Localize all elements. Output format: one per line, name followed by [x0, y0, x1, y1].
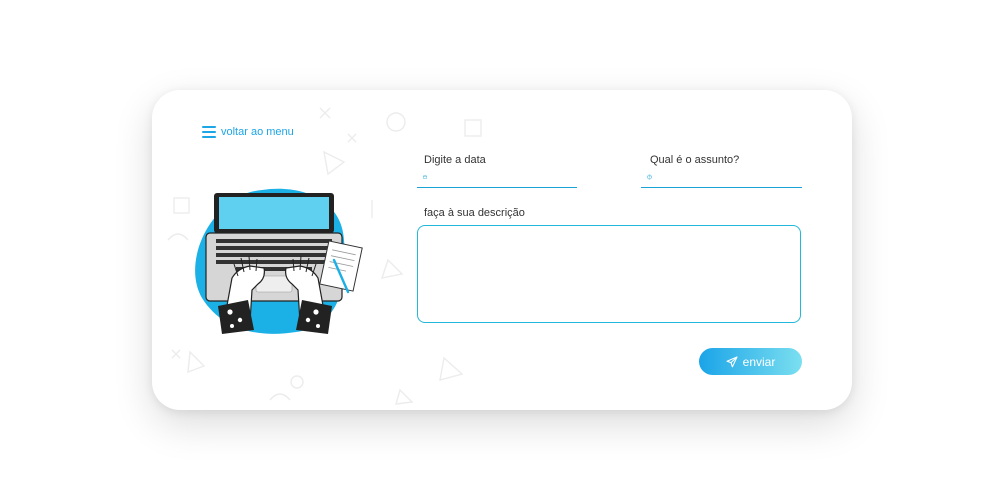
help-circle-icon [647, 174, 652, 180]
back-to-menu-link[interactable]: voltar ao menu [202, 126, 294, 138]
description-field[interactable] [417, 225, 801, 323]
hamburger-menu-icon [202, 126, 216, 138]
subject-input[interactable] [656, 170, 802, 184]
date-field[interactable] [417, 167, 577, 188]
form-card: voltar ao menu Digite a data Qual é o as… [152, 90, 852, 410]
back-to-menu-label: voltar ao menu [221, 126, 294, 138]
subject-field-label: Qual é o assunto? [650, 154, 740, 166]
date-field-label: Digite a data [424, 154, 486, 166]
laptop-typing-illustration [195, 188, 363, 334]
date-input[interactable] [431, 170, 577, 184]
submit-button-label: enviar [742, 354, 776, 369]
description-textarea[interactable] [418, 226, 800, 322]
submit-button[interactable]: enviar [699, 348, 802, 375]
subject-field[interactable] [641, 167, 802, 188]
send-icon [726, 355, 738, 367]
description-field-label: faça à sua descrição [424, 207, 525, 219]
calendar-icon [423, 175, 427, 179]
